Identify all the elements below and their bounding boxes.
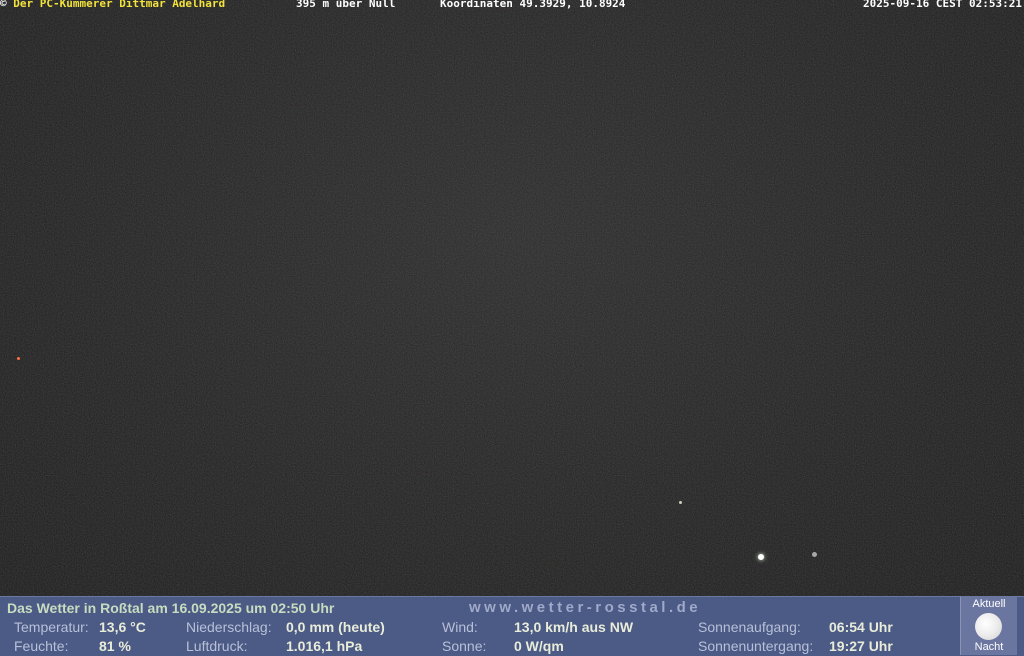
wind-label: Wind: — [442, 619, 478, 635]
sunset-label: Sonnenuntergang: — [698, 638, 814, 654]
sunrise-label: Sonnenaufgang: — [698, 619, 801, 635]
temperature-value: 13,6 °C — [99, 619, 146, 635]
humidity-value: 81 % — [99, 638, 131, 654]
owner-label: © Der PC-Kümmerer Dittmar Adelhard — [0, 0, 225, 9]
moon-phase-panel: Aktuell Nacht — [960, 597, 1017, 655]
weather-title: Das Wetter in Roßtal am 16.09.2025 um 02… — [7, 600, 335, 616]
pressure-label: Luftdruck: — [186, 638, 248, 654]
webcam-image — [0, 0, 1024, 596]
temperature-label: Temperatur: — [14, 619, 89, 635]
website-url[interactable]: www.wetter-rosstal.de — [469, 599, 701, 616]
moon-bottom-label: Nacht — [974, 641, 1004, 653]
distant-light-small — [679, 501, 682, 504]
pressure-value: 1.016,1 hPa — [286, 638, 363, 654]
full-moon-icon — [975, 613, 1002, 640]
sunrise-value: 06:54 Uhr — [829, 619, 893, 635]
street-light-bright — [758, 554, 764, 560]
altitude-label: 395 m über Null — [296, 0, 396, 10]
camera-noise — [0, 0, 1024, 596]
street-light-dim — [812, 552, 817, 557]
sun-label: Sonne: — [442, 638, 487, 654]
camera-overlay: © Der PC-Kümmerer Dittmar Adelhard 395 m… — [0, 0, 1024, 12]
sunset-value: 19:27 Uhr — [829, 638, 893, 654]
owner-name: Der PC-Kümmerer Dittmar Adelhard — [13, 0, 226, 10]
distant-light-red — [17, 357, 20, 360]
precipitation-label: Niederschlag: — [186, 619, 272, 635]
humidity-label: Feuchte: — [14, 638, 69, 654]
timestamp-label: 2025-09-16 CEST 02:53:21 — [863, 0, 1022, 10]
sun-value: 0 W/qm — [514, 638, 564, 654]
precipitation-value: 0,0 mm (heute) — [286, 619, 385, 635]
copyright-symbol: © — [0, 0, 7, 10]
coordinates-label: Koordinaten 49.3929, 10.8924 — [440, 0, 626, 10]
wind-value: 13,0 km/h aus NW — [514, 619, 634, 635]
moon-top-label: Aktuell — [972, 598, 1006, 610]
weather-bar: Das Wetter in Roßtal am 16.09.2025 um 02… — [0, 596, 1024, 656]
